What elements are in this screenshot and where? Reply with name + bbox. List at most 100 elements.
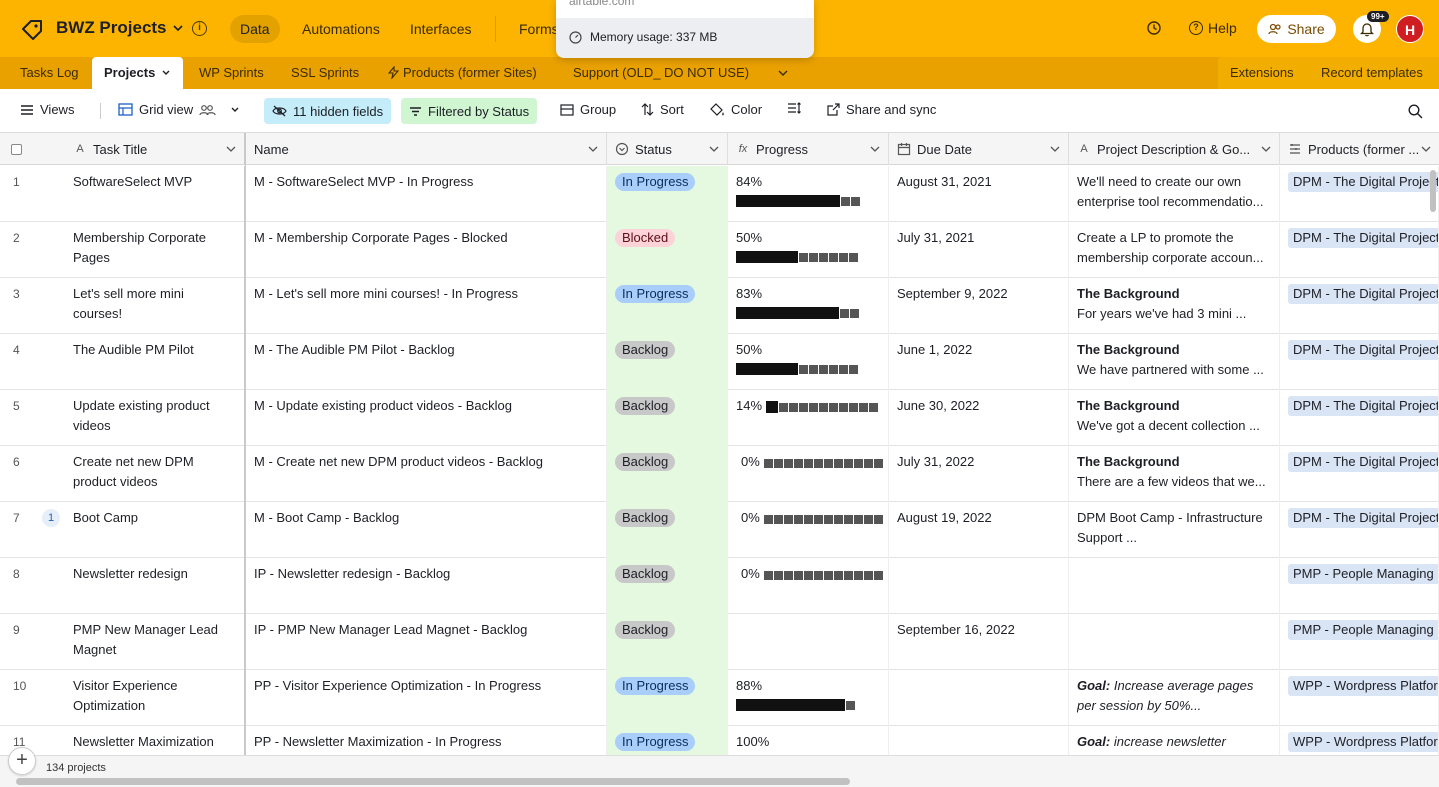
name-cell[interactable]: M - Update existing product videos - Bac… xyxy=(246,390,607,446)
base-name[interactable]: BWZ Projects xyxy=(56,18,167,38)
table-row[interactable]: 4 The Audible PM Pilot M - The Audible PM … xyxy=(0,334,1439,390)
description-cell[interactable]: Create a LP to promote the membership cor… xyxy=(1069,222,1280,278)
add-record-button[interactable]: + xyxy=(8,747,36,775)
record-templates-button[interactable]: Record templates xyxy=(1321,65,1423,80)
table-row[interactable]: 6 Create net new DPM product videos M - Cr… xyxy=(0,446,1439,502)
products-cell[interactable]: WPP - Wordpress Platfor xyxy=(1280,726,1439,755)
linked-record-chip[interactable]: DPM - The Digital Project xyxy=(1288,452,1438,472)
status-cell[interactable]: In Progress xyxy=(607,670,728,726)
name-cell[interactable]: PP - Newsletter Maximization - In Progre… xyxy=(246,726,607,755)
tab-tasks-log[interactable]: Tasks Log xyxy=(20,65,79,80)
due-date-cell[interactable]: September 16, 2022 xyxy=(889,614,1069,670)
linked-record-chip[interactable]: DPM - The Digital Project xyxy=(1288,172,1438,192)
task-title-cell[interactable]: Newsletter redesign xyxy=(65,558,246,614)
name-cell[interactable]: M - SoftwareSelect MVP - In Progress xyxy=(246,166,607,222)
table-row[interactable]: 2 Membership Corporate Pages M - Membershi… xyxy=(0,222,1439,278)
name-cell[interactable]: IP - Newsletter redesign - Backlog xyxy=(246,558,607,614)
row-height-button[interactable] xyxy=(787,102,801,114)
tab-products[interactable]: Products (former Sites) xyxy=(388,65,537,80)
products-cell[interactable]: DPM - The Digital Project xyxy=(1280,278,1439,334)
chevron-down-icon[interactable] xyxy=(778,69,788,77)
table-row[interactable]: 3 Let's sell more mini courses! M - Let's … xyxy=(0,278,1439,334)
table-row[interactable]: 10 Visitor Experience Optimization PP - Vi… xyxy=(0,670,1439,726)
description-cell[interactable]: We'll need to create our own enterprise t… xyxy=(1069,166,1280,222)
status-cell[interactable]: Backlog xyxy=(607,446,728,502)
chevron-down-icon[interactable] xyxy=(1050,145,1060,153)
status-cell[interactable]: Backlog xyxy=(607,502,728,558)
chevron-down-icon[interactable] xyxy=(172,22,184,34)
due-date-cell[interactable]: June 1, 2022 xyxy=(889,334,1069,390)
table-row[interactable]: 9 PMP New Manager Lead Magnet IP - PMP New… xyxy=(0,614,1439,670)
progress-cell[interactable]: 50% xyxy=(728,222,889,278)
column-header-progress[interactable]: fx Progress xyxy=(728,133,889,165)
column-header-status[interactable]: Status xyxy=(607,133,728,165)
chevron-down-icon[interactable] xyxy=(230,105,240,115)
select-all-checkbox[interactable] xyxy=(11,144,22,155)
linked-record-chip[interactable]: DPM - The Digital Project xyxy=(1288,508,1438,528)
linked-record-chip[interactable]: DPM - The Digital Project xyxy=(1288,228,1438,248)
tab-projects[interactable]: Projects xyxy=(92,57,184,89)
task-title-cell[interactable]: Create net new DPM product videos xyxy=(65,446,246,502)
linked-record-chip[interactable]: PMP - People Managing P xyxy=(1288,564,1438,584)
share-sync-button[interactable]: Share and sync xyxy=(827,102,936,117)
column-header-products[interactable]: Products (former ... xyxy=(1280,133,1439,165)
name-cell[interactable]: PP - Visitor Experience Optimization - I… xyxy=(246,670,607,726)
extensions-button[interactable]: Extensions xyxy=(1230,65,1294,80)
table-row[interactable]: 11 Newsletter Maximization PP - Newsletter… xyxy=(0,726,1439,755)
linked-record-chip[interactable]: WPP - Wordpress Platfor xyxy=(1288,676,1438,696)
description-cell[interactable]: The Background For years we've had 3 mini… xyxy=(1069,278,1280,334)
due-date-cell[interactable]: July 31, 2022 xyxy=(889,446,1069,502)
progress-cell[interactable]: 0% xyxy=(728,502,889,558)
products-cell[interactable]: PMP - People Managing P xyxy=(1280,558,1439,614)
table-row[interactable]: 1 SoftwareSelect MVP M - SoftwareSelect MV… xyxy=(0,166,1439,222)
due-date-cell[interactable]: August 19, 2022 xyxy=(889,502,1069,558)
tab-wp-sprints[interactable]: WP Sprints xyxy=(199,65,264,80)
chevron-down-icon[interactable] xyxy=(870,145,880,153)
views-button[interactable]: Views xyxy=(20,102,74,117)
chevron-down-icon[interactable] xyxy=(226,145,236,153)
products-cell[interactable]: WPP - Wordpress Platfor xyxy=(1280,670,1439,726)
filter-button[interactable]: Filtered by Status xyxy=(401,98,538,124)
avatar[interactable]: H xyxy=(1396,15,1424,43)
task-title-cell[interactable]: Boot Camp xyxy=(65,502,246,558)
products-cell[interactable]: DPM - The Digital Project xyxy=(1280,166,1439,222)
chevron-down-icon[interactable] xyxy=(1421,145,1431,153)
nav-interfaces[interactable]: Interfaces xyxy=(400,15,481,43)
search-icon[interactable] xyxy=(1408,104,1423,119)
status-cell[interactable]: In Progress xyxy=(607,726,728,755)
task-title-cell[interactable]: SoftwareSelect MVP xyxy=(65,166,246,222)
due-date-cell[interactable]: September 9, 2022 xyxy=(889,278,1069,334)
status-cell[interactable]: Backlog xyxy=(607,334,728,390)
task-title-cell[interactable]: Let's sell more mini courses! xyxy=(65,278,246,334)
name-cell[interactable]: M - Membership Corporate Pages - Blocked xyxy=(246,222,607,278)
description-cell[interactable]: Goal: increase newsletter xyxy=(1069,726,1280,755)
status-cell[interactable]: Blocked xyxy=(607,222,728,278)
name-cell[interactable]: M - The Audible PM Pilot - Backlog xyxy=(246,334,607,390)
status-cell[interactable]: Backlog xyxy=(607,614,728,670)
description-cell[interactable] xyxy=(1069,558,1280,614)
task-title-cell[interactable]: Membership Corporate Pages xyxy=(65,222,246,278)
nav-data[interactable]: Data xyxy=(230,15,280,43)
color-button[interactable]: Color xyxy=(710,102,762,117)
tab-support[interactable]: Support (OLD_ DO NOT USE) xyxy=(573,65,749,80)
due-date-cell[interactable]: June 30, 2022 xyxy=(889,390,1069,446)
progress-cell[interactable]: 50% xyxy=(728,334,889,390)
chevron-down-icon[interactable] xyxy=(1261,145,1271,153)
table-row[interactable]: 5 Update existing product videos M - Updat… xyxy=(0,390,1439,446)
due-date-cell[interactable] xyxy=(889,670,1069,726)
share-button[interactable]: Share xyxy=(1257,15,1336,43)
linked-record-chip[interactable]: WPP - Wordpress Platfor xyxy=(1288,732,1438,752)
due-date-cell[interactable] xyxy=(889,726,1069,755)
progress-cell[interactable]: 83% xyxy=(728,278,889,334)
status-cell[interactable]: In Progress xyxy=(607,278,728,334)
column-header-description[interactable]: A Project Description & Go... xyxy=(1069,133,1280,165)
name-cell[interactable]: M - Create net new DPM product videos - … xyxy=(246,446,607,502)
tab-ssl-sprints[interactable]: SSL Sprints xyxy=(291,65,359,80)
task-title-cell[interactable]: Update existing product videos xyxy=(65,390,246,446)
task-title-cell[interactable]: The Audible PM Pilot xyxy=(65,334,246,390)
products-cell[interactable]: PMP - People Managing P xyxy=(1280,614,1439,670)
history-icon[interactable] xyxy=(1146,20,1162,36)
description-cell[interactable]: DPM Boot Camp - Infrastructure Support ..… xyxy=(1069,502,1280,558)
status-cell[interactable]: Backlog xyxy=(607,558,728,614)
description-cell[interactable] xyxy=(1069,614,1280,670)
